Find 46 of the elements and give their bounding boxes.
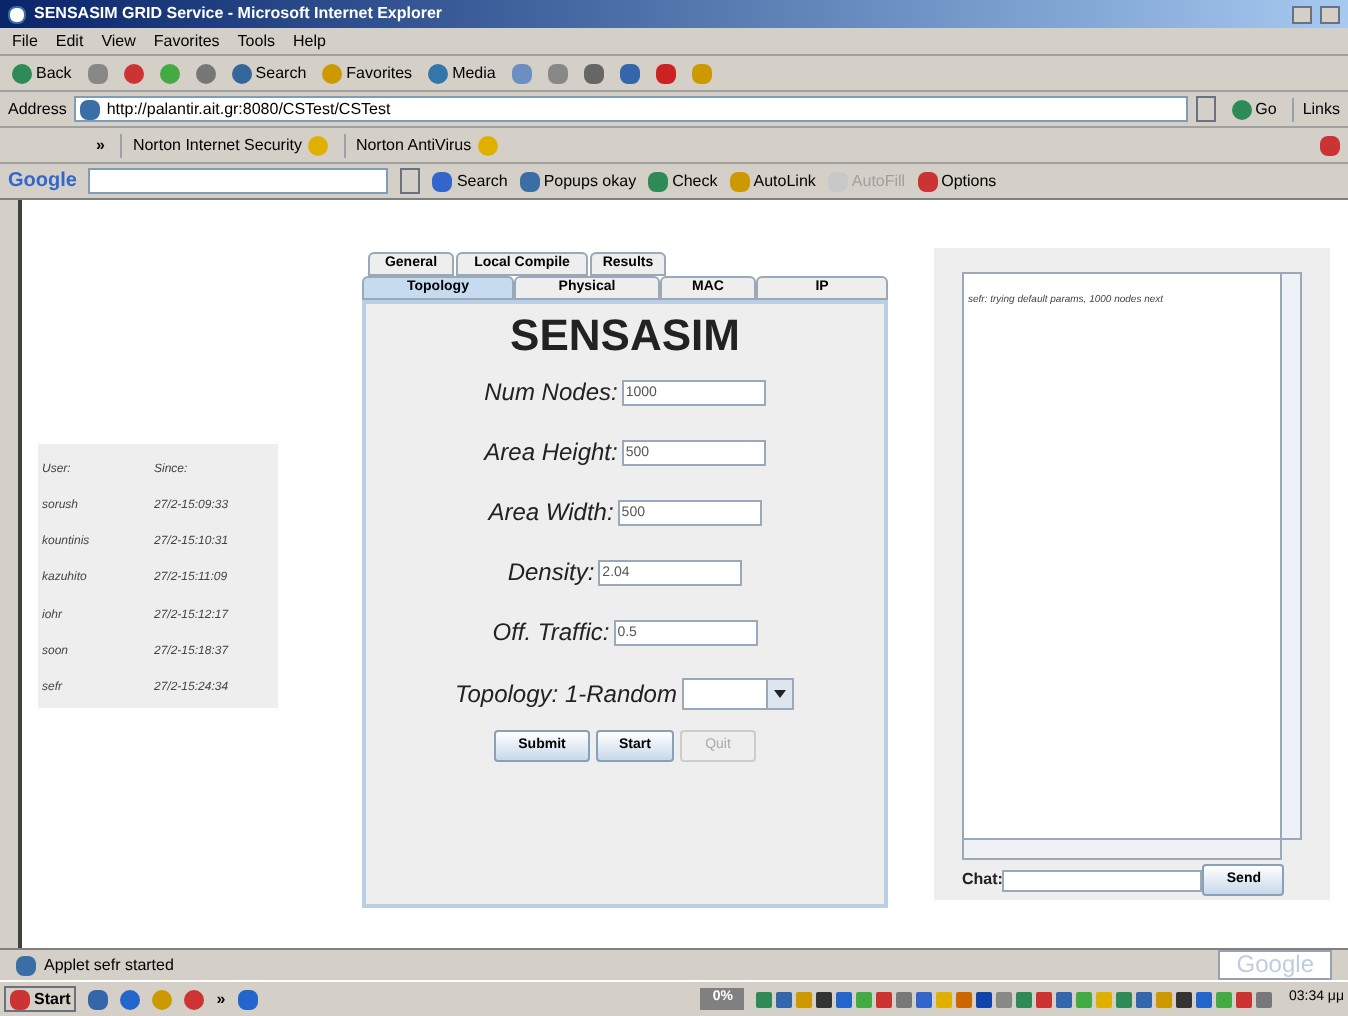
dropdown-arrow-icon — [774, 690, 787, 698]
menu-item[interactable]: View — [101, 29, 136, 53]
google-toolbar-button[interactable]: AutoLink — [729, 169, 816, 193]
toolbar-button[interactable]: Favorites — [322, 61, 413, 85]
topology-dropdown[interactable] — [682, 678, 795, 710]
toolbar-button[interactable]: Media — [428, 61, 496, 85]
vertical-scrollbar[interactable] — [1280, 274, 1300, 838]
field-label: Area Width: — [488, 496, 614, 530]
norton-menu[interactable]: Norton Internet Security — [120, 133, 328, 157]
field-label: Density: — [507, 556, 595, 590]
menu-item[interactable]: File — [12, 29, 38, 53]
field-label: Off. Traffic: — [492, 616, 610, 650]
window-title: SENSASIM GRID Service - Microsoft Internet Explorer — [34, 2, 443, 26]
dropdown-button[interactable] — [1195, 96, 1216, 122]
address-label: Address — [8, 97, 67, 121]
chat-label: Chat: — [962, 868, 1003, 892]
tray-icons-drawing[interactable] — [756, 989, 1277, 1009]
menu-item[interactable]: Tools — [237, 29, 275, 53]
chat-input[interactable] — [1002, 869, 1203, 891]
dropdown-button[interactable] — [400, 168, 421, 194]
quick-launch-chevron[interactable]: » — [216, 987, 226, 1011]
norton-menu[interactable]: Norton AntiVirus — [343, 133, 498, 157]
applet-title: SENSASIM — [510, 310, 740, 362]
field-label: Area Height: — [484, 436, 618, 470]
menu-item[interactable]: Edit — [55, 29, 84, 53]
google-toolbar-button[interactable]: Search — [432, 169, 508, 193]
google-search-field[interactable] — [88, 168, 389, 194]
menu-item[interactable]: Favorites — [153, 29, 220, 53]
maximize-button[interactable] — [1320, 5, 1340, 23]
toolbar-chevron[interactable]: » — [96, 133, 105, 157]
status-text: Applet sefr started — [44, 953, 174, 977]
address-value: http://palantir.ait.gr:8080/CSTest/CSTest — [106, 97, 391, 121]
menu-item[interactable]: Help — [292, 29, 326, 53]
start-button[interactable]: Start — [4, 986, 77, 1012]
horizontal-scrollbar[interactable] — [962, 840, 1282, 860]
links-button[interactable]: Links — [1292, 97, 1340, 121]
go-button[interactable]: Go — [1231, 97, 1277, 121]
field-label: Num Nodes: — [484, 376, 618, 410]
google-toolbar-button[interactable]: Popups okay — [519, 169, 637, 193]
minimize-button[interactable] — [1292, 5, 1312, 23]
field-label: Topology: 1-Random — [455, 678, 677, 712]
google-toolbar-button[interactable]: Options — [917, 169, 997, 193]
toolbar-button[interactable]: Search — [231, 61, 307, 85]
address-field[interactable]: http://palantir.ait.gr:8080/CSTest/CSTest — [74, 96, 1188, 122]
toolbar-button[interactable]: Back — [12, 61, 72, 85]
google-toolbar-button[interactable]: Check — [648, 169, 718, 193]
